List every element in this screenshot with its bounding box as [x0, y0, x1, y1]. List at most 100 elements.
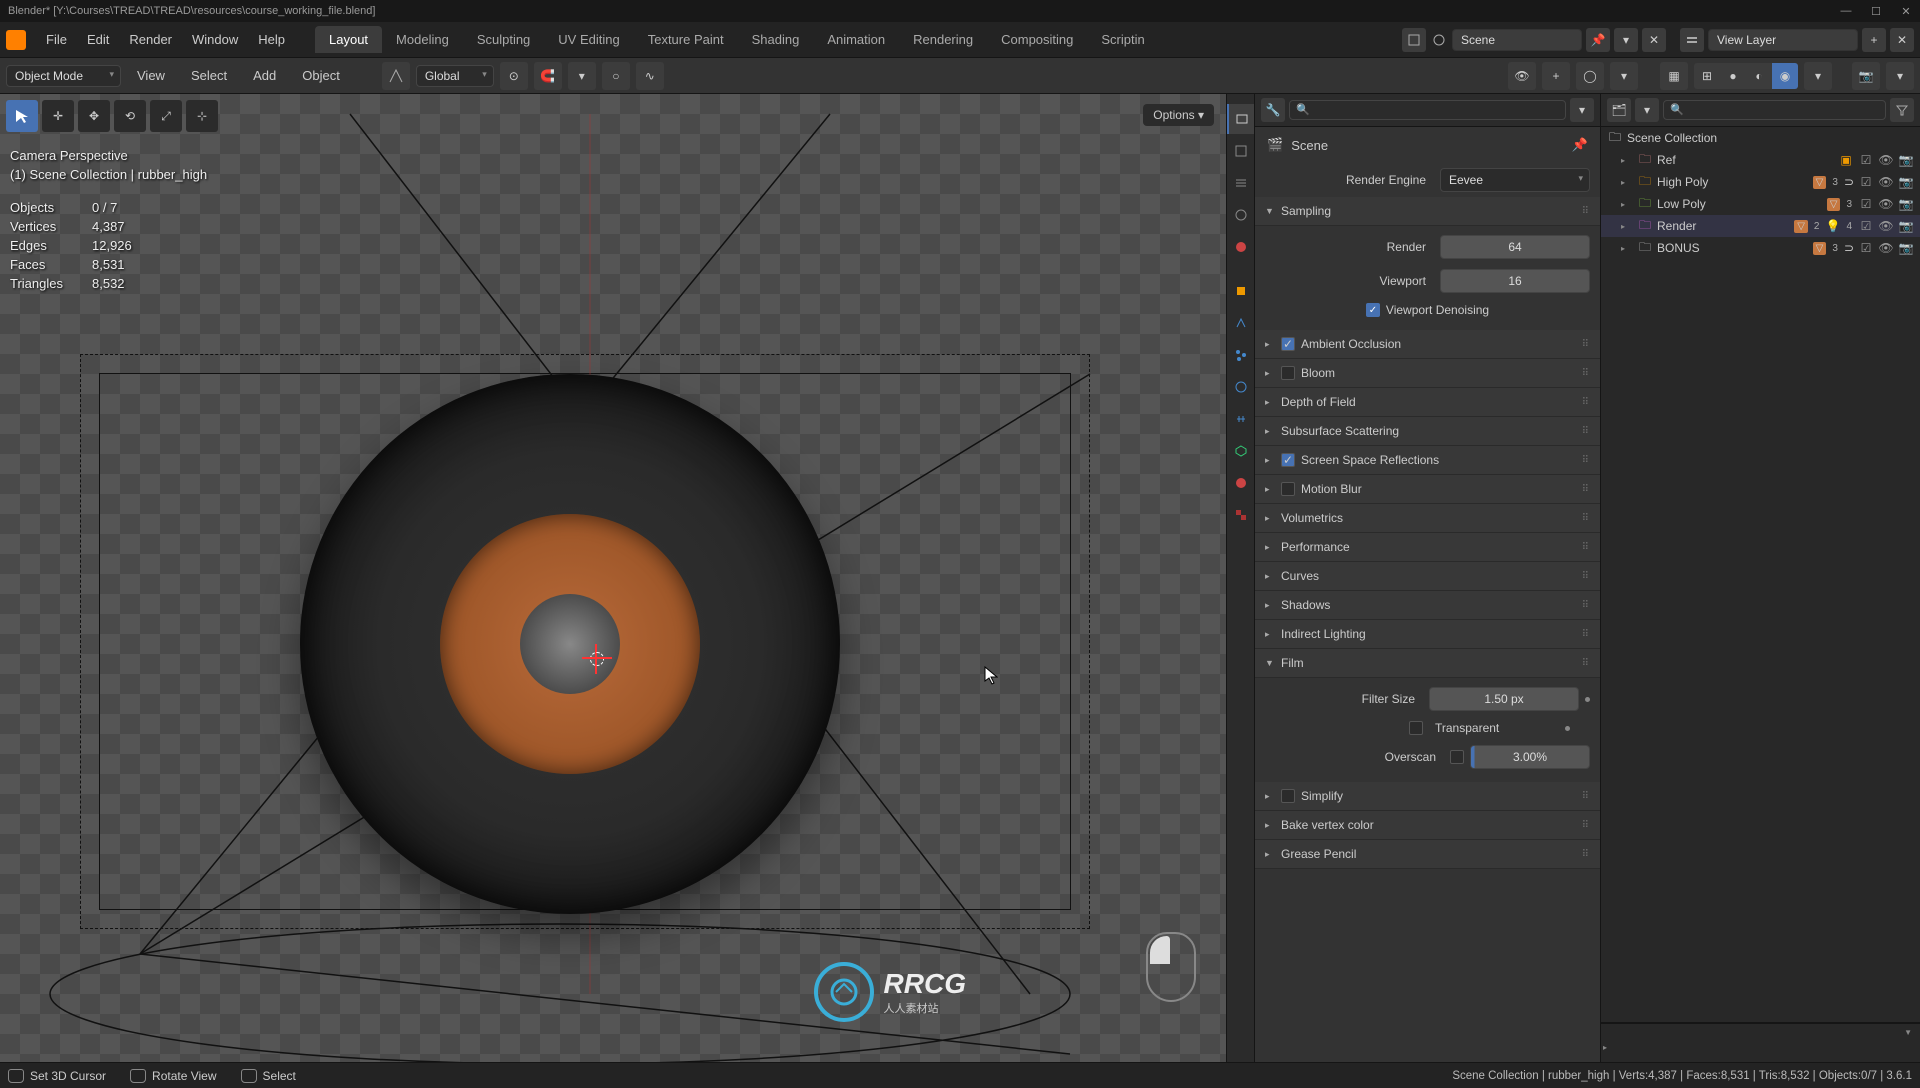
- collection-high-poly[interactable]: ▸ 🗀 High Poly ▽3 ⊃ ☑ 👁 📷: [1601, 171, 1920, 193]
- scene-name-input[interactable]: [1452, 29, 1582, 51]
- data-properties-tab[interactable]: [1227, 436, 1255, 466]
- viewport-samples-input[interactable]: 16: [1440, 269, 1590, 293]
- select-box-tool[interactable]: [6, 100, 38, 132]
- exclude-checkbox[interactable]: ☑: [1858, 152, 1874, 168]
- bloom-checkbox[interactable]: [1281, 366, 1295, 380]
- collection-render[interactable]: ▸ 🗀 Render ▽2 💡4 ☑ 👁 📷: [1601, 215, 1920, 237]
- material-shading-icon[interactable]: ◐: [1746, 63, 1772, 89]
- editor-type-icon[interactable]: 🔧: [1261, 98, 1285, 122]
- sampling-panel-header[interactable]: ▼ Sampling⠿: [1255, 197, 1600, 226]
- chevron-right-icon[interactable]: ▸: [1603, 1043, 1607, 1052]
- scene-pin-icon[interactable]: 📌: [1586, 28, 1610, 52]
- scale-tool[interactable]: ⤢: [150, 100, 182, 132]
- overlay-icon[interactable]: ◯: [1576, 62, 1604, 90]
- exclude-checkbox[interactable]: ☑: [1858, 174, 1874, 190]
- viewport-options-button[interactable]: Options ▾: [1143, 104, 1214, 126]
- ao-panel-header[interactable]: ▸✓Ambient Occlusion⠿: [1255, 330, 1600, 359]
- camera-options-icon[interactable]: ▾: [1886, 62, 1914, 90]
- maximize-icon[interactable]: ☐: [1870, 5, 1882, 17]
- physics-properties-tab[interactable]: [1227, 372, 1255, 402]
- keyframe-dot-icon[interactable]: [1565, 726, 1570, 731]
- bloom-panel-header[interactable]: ▸Bloom⠿: [1255, 359, 1600, 388]
- chevron-right-icon[interactable]: ▸: [1621, 244, 1633, 253]
- eye-icon[interactable]: 👁: [1878, 218, 1894, 234]
- properties-lower-panel[interactable]: ▼ ▸: [1601, 1022, 1920, 1062]
- properties-search-input[interactable]: [1289, 100, 1566, 120]
- transform-tool[interactable]: ⊹: [186, 100, 218, 132]
- chevron-right-icon[interactable]: ▸: [1621, 178, 1633, 187]
- move-tool[interactable]: ✥: [78, 100, 110, 132]
- gp-panel-header[interactable]: ▸Grease Pencil⠿: [1255, 840, 1600, 869]
- tab-rendering[interactable]: Rendering: [899, 26, 987, 53]
- blender-logo-icon[interactable]: [6, 30, 26, 50]
- simplify-panel-header[interactable]: ▸Simplify⠿: [1255, 782, 1600, 811]
- mode-dropdown[interactable]: Object Mode: [6, 65, 121, 87]
- outliner-filter-icon[interactable]: [1890, 98, 1914, 122]
- header-view[interactable]: View: [127, 64, 175, 87]
- render-engine-dropdown[interactable]: Eevee: [1440, 168, 1590, 192]
- render-icon[interactable]: 📷: [1898, 240, 1914, 256]
- pivot-icon[interactable]: ⊙: [500, 62, 528, 90]
- eye-icon[interactable]: 👁: [1878, 196, 1894, 212]
- chevron-right-icon[interactable]: ▸: [1621, 156, 1633, 165]
- mblur-checkbox[interactable]: [1281, 482, 1295, 496]
- tab-uv-editing[interactable]: UV Editing: [544, 26, 633, 53]
- keyframe-dot-icon[interactable]: [1585, 697, 1590, 702]
- eye-icon[interactable]: 👁: [1878, 152, 1894, 168]
- exclude-checkbox[interactable]: ☑: [1858, 240, 1874, 256]
- ao-checkbox[interactable]: ✓: [1281, 337, 1295, 351]
- cursor-tool[interactable]: ✛: [42, 100, 74, 132]
- viewlayer-browse-icon[interactable]: [1680, 28, 1704, 52]
- tab-animation[interactable]: Animation: [813, 26, 899, 53]
- bake-vc-panel-header[interactable]: ▸Bake vertex color⠿: [1255, 811, 1600, 840]
- chevron-right-icon[interactable]: ▸: [1621, 222, 1633, 231]
- shadows-panel-header[interactable]: ▸Shadows⠿: [1255, 591, 1600, 620]
- xray-icon[interactable]: ▦: [1660, 62, 1688, 90]
- scene-properties-tab[interactable]: [1227, 200, 1255, 230]
- curves-panel-header[interactable]: ▸Curves⠿: [1255, 562, 1600, 591]
- collection-bonus[interactable]: ▸ 🗀 BONUS ▽3 ⊃ ☑ 👁 📷: [1601, 237, 1920, 259]
- tab-scripting[interactable]: Scriptin: [1087, 26, 1158, 53]
- eye-icon[interactable]: 👁: [1878, 174, 1894, 190]
- tab-sculpting[interactable]: Sculpting: [463, 26, 544, 53]
- film-panel-header[interactable]: ▼Film⠿: [1255, 649, 1600, 678]
- world-properties-tab[interactable]: [1227, 232, 1255, 262]
- ssr-checkbox[interactable]: ✓: [1281, 453, 1295, 467]
- ssr-panel-header[interactable]: ▸✓Screen Space Reflections⠿: [1255, 446, 1600, 475]
- shading-options-icon[interactable]: ▾: [1804, 62, 1832, 90]
- render-icon[interactable]: 📷: [1898, 174, 1914, 190]
- outliner-editor-type-icon[interactable]: 🗂: [1607, 98, 1631, 122]
- menu-help[interactable]: Help: [248, 28, 295, 51]
- particle-properties-tab[interactable]: [1227, 340, 1255, 370]
- pin-icon[interactable]: 📌: [1572, 137, 1588, 153]
- visibility-icon[interactable]: 👁: [1508, 62, 1536, 90]
- menu-file[interactable]: File: [36, 28, 77, 51]
- rendered-shading-icon[interactable]: ◉: [1772, 63, 1798, 89]
- scene-new-icon[interactable]: ▾: [1614, 28, 1638, 52]
- tab-shading[interactable]: Shading: [738, 26, 814, 53]
- render-samples-input[interactable]: 64: [1440, 235, 1590, 259]
- simplify-checkbox[interactable]: [1281, 789, 1295, 803]
- render-properties-tab[interactable]: [1227, 104, 1255, 134]
- indirect-panel-header[interactable]: ▸Indirect Lighting⠿: [1255, 620, 1600, 649]
- performance-panel-header[interactable]: ▸Performance⠿: [1255, 533, 1600, 562]
- properties-options-icon[interactable]: ▾: [1570, 98, 1594, 122]
- scene-browse-icon[interactable]: [1402, 28, 1426, 52]
- scene-delete-icon[interactable]: ✕: [1642, 28, 1666, 52]
- proportional-icon[interactable]: ○: [602, 62, 630, 90]
- proportional-curve-icon[interactable]: ∿: [636, 62, 664, 90]
- menu-edit[interactable]: Edit: [77, 28, 119, 51]
- menu-render[interactable]: Render: [119, 28, 182, 51]
- render-icon[interactable]: 📷: [1898, 196, 1914, 212]
- collection-ref[interactable]: ▸ 🗀 Ref ▣ ☑ 👁 📷: [1601, 149, 1920, 171]
- texture-properties-tab[interactable]: [1227, 500, 1255, 530]
- tab-texture-paint[interactable]: Texture Paint: [634, 26, 738, 53]
- outliner-display-mode-icon[interactable]: ▾: [1635, 98, 1659, 122]
- mblur-panel-header[interactable]: ▸Motion Blur⠿: [1255, 475, 1600, 504]
- wireframe-shading-icon[interactable]: ⊞: [1694, 63, 1720, 89]
- exclude-checkbox[interactable]: ☑: [1858, 218, 1874, 234]
- tab-modeling[interactable]: Modeling: [382, 26, 463, 53]
- transparent-checkbox[interactable]: [1409, 721, 1423, 735]
- breadcrumb-scene[interactable]: Scene: [1291, 138, 1328, 153]
- chevron-down-icon[interactable]: ▼: [1904, 1028, 1912, 1037]
